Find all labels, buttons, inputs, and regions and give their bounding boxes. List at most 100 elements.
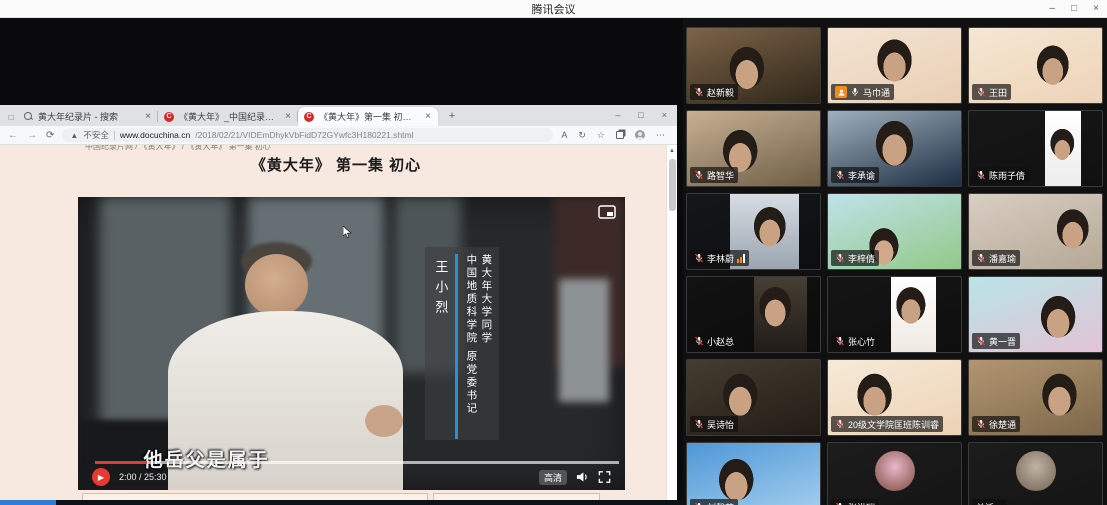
- not-secure-warning-icon: ▲: [70, 131, 78, 140]
- portrait-video-strip: [1045, 111, 1081, 186]
- participant-avatar: [1016, 451, 1056, 491]
- profile-icon[interactable]: [635, 130, 645, 140]
- muted-mic-icon: [694, 253, 704, 263]
- browser-tab[interactable]: 黄大年纪录片 - 搜索×: [18, 107, 158, 126]
- participant-name-label: 刘馨莜: [690, 499, 738, 505]
- volume-icon[interactable]: [576, 471, 589, 483]
- picture-in-picture-icon[interactable]: [598, 205, 616, 219]
- participant-tile[interactable]: 马巾通: [827, 27, 962, 104]
- browser-toolbar: ← → ⟳ ▲ 不安全 www.docuchina.cn/2018/02/21/VI…: [0, 126, 677, 145]
- participant-name: 20级文学院匡班陈训睿: [848, 418, 939, 431]
- participant-name-label: 潘嘉瑜: [972, 250, 1020, 266]
- participant-tile[interactable]: 李梓倩: [827, 193, 962, 270]
- participant-tile[interactable]: 张心竹: [827, 276, 962, 353]
- content-card[interactable]: [82, 493, 428, 500]
- participant-tile[interactable]: 张洪瑞: [827, 442, 962, 505]
- address-bar[interactable]: ▲ 不安全 www.docuchina.cn/2018/02/21/VIDEmD…: [62, 128, 553, 142]
- participant-name-label: 马巾通: [831, 84, 894, 100]
- participant-tile[interactable]: 刘馨莜: [686, 442, 821, 505]
- muted-mic-icon: [976, 336, 986, 346]
- minimize-button[interactable]: –: [1050, 0, 1056, 18]
- minimize-browser-button[interactable]: –: [615, 110, 620, 120]
- browser-tab[interactable]: C《黄大年》第一集 初心_中国纪:×: [298, 107, 438, 126]
- breadcrumb[interactable]: 中国纪录片网 / 《黄大年》 / 《黄大年》 第一集 初心: [85, 145, 271, 152]
- scrollbar-thumb[interactable]: [669, 159, 676, 211]
- new-tab-button[interactable]: +: [444, 108, 460, 124]
- participant-name-label: 李梓倩: [831, 250, 879, 266]
- participant-tile[interactable]: 李林蔚: [686, 193, 821, 270]
- browser-window-controls: – □ ×: [615, 105, 667, 125]
- browser-window: □ 黄大年纪录片 - 搜索×C《黄大年》_中国纪录片网×C《黄大年》第一集 初心…: [0, 105, 677, 500]
- browser-tabstrip: □ 黄大年纪录片 - 搜索×C《黄大年》_中国纪录片网×C《黄大年》第一集 初心…: [0, 105, 677, 126]
- participant-tile[interactable]: 吴诗怡: [686, 359, 821, 436]
- participants-panel: 赵新毅 马巾通 王田 路智华 李承谕 陈雨子倩 李林蔚 李梓倩 潘嘉瑜 小赵总 …: [683, 18, 1107, 505]
- participant-name: 刘馨莜: [707, 501, 734, 505]
- participant-tile[interactable]: 20级文学院匡班陈训睿: [827, 359, 962, 436]
- tab-actions-icon[interactable]: □: [4, 108, 18, 126]
- restore-browser-button[interactable]: □: [638, 110, 643, 120]
- mic-icon: [850, 87, 860, 97]
- content-card[interactable]: [433, 493, 600, 500]
- participant-tile[interactable]: 徐楚通: [968, 359, 1103, 436]
- tab-close-icon[interactable]: ×: [424, 111, 432, 122]
- participant-name: 李梓倩: [848, 252, 875, 265]
- search-favicon-icon: [24, 112, 33, 121]
- scroll-up-icon[interactable]: ▲: [667, 145, 677, 154]
- close-button[interactable]: ×: [1093, 0, 1099, 18]
- close-browser-button[interactable]: ×: [662, 110, 667, 120]
- muted-mic-icon: [694, 170, 704, 180]
- quality-button[interactable]: 高清: [539, 470, 567, 485]
- participant-name-label: 徐楚通: [972, 416, 1020, 432]
- muted-mic-icon: [976, 419, 986, 429]
- interviewee-title-column: 中国地质科学院 原党委书记: [463, 254, 478, 433]
- participant-tile[interactable]: 小赵总: [686, 276, 821, 353]
- more-icon[interactable]: ⋯: [656, 130, 665, 141]
- toolbar-icons: A ↻ ☆ ⋯: [561, 130, 665, 141]
- portrait-video-strip: [754, 277, 807, 352]
- participant-name-label: 路智华: [690, 167, 738, 183]
- participant-tile[interactable]: 潘嘉瑜: [968, 193, 1103, 270]
- muted-mic-icon: [835, 170, 845, 180]
- security-label: 不安全: [83, 129, 109, 141]
- caption-divider-line: [455, 254, 458, 439]
- nav-buttons: ← → ⟳: [8, 130, 54, 141]
- tab-close-icon[interactable]: ×: [144, 111, 152, 122]
- tab-close-icon[interactable]: ×: [284, 111, 292, 122]
- participant-tile[interactable]: 黄一晋: [968, 276, 1103, 353]
- participant-name: 单活一: [976, 501, 1003, 505]
- participant-name: 李林蔚: [707, 252, 734, 265]
- participant-name: 潘嘉瑜: [989, 252, 1016, 265]
- participant-tile[interactable]: 单活一: [968, 442, 1103, 505]
- participant-tile[interactable]: 李承谕: [827, 110, 962, 187]
- video-player[interactable]: 王小烈 黄大年大学同学中国地质科学院 原党委书记 他岳父是属于 ▶ 2:00 /…: [78, 197, 625, 490]
- portrait-video-strip: [891, 277, 936, 352]
- browser-tab[interactable]: C《黄大年》_中国纪录片网×: [158, 107, 298, 126]
- time-display: 2:00 / 25:30: [119, 472, 167, 482]
- collections-icon[interactable]: [616, 131, 624, 139]
- read-aloud-icon[interactable]: A: [561, 130, 567, 140]
- interviewee-titles: 黄大年大学同学中国地质科学院 原党委书记: [463, 254, 493, 433]
- back-icon[interactable]: ←: [8, 130, 18, 141]
- participant-name: 李承谕: [848, 169, 875, 182]
- participant-name-label: 吴诗怡: [690, 416, 738, 432]
- participant-tile[interactable]: 陈雨子倩: [968, 110, 1103, 187]
- participant-tile[interactable]: 王田: [968, 27, 1103, 104]
- refresh-icon[interactable]: ⟳: [46, 130, 54, 141]
- participant-name: 小赵总: [707, 335, 734, 348]
- forward-icon[interactable]: →: [27, 130, 37, 141]
- muted-mic-icon: [835, 336, 845, 346]
- muted-mic-icon: [694, 336, 704, 346]
- docuchina-favicon-icon: C: [304, 112, 314, 122]
- fullscreen-icon[interactable]: [598, 471, 611, 483]
- play-button[interactable]: ▶: [92, 468, 110, 486]
- browser-essentials-icon[interactable]: ↻: [578, 130, 586, 141]
- muted-mic-icon: [835, 253, 845, 263]
- scrollbar[interactable]: ▲: [666, 145, 677, 500]
- participant-tile[interactable]: 路智华: [686, 110, 821, 187]
- meeting-title: 腾讯会议: [532, 1, 576, 17]
- favorites-icon[interactable]: ☆: [597, 130, 605, 141]
- participant-name-label: 张洪瑞: [831, 499, 879, 505]
- maximize-button[interactable]: □: [1071, 0, 1077, 18]
- muted-mic-icon: [976, 253, 986, 263]
- participant-tile[interactable]: 赵新毅: [686, 27, 821, 104]
